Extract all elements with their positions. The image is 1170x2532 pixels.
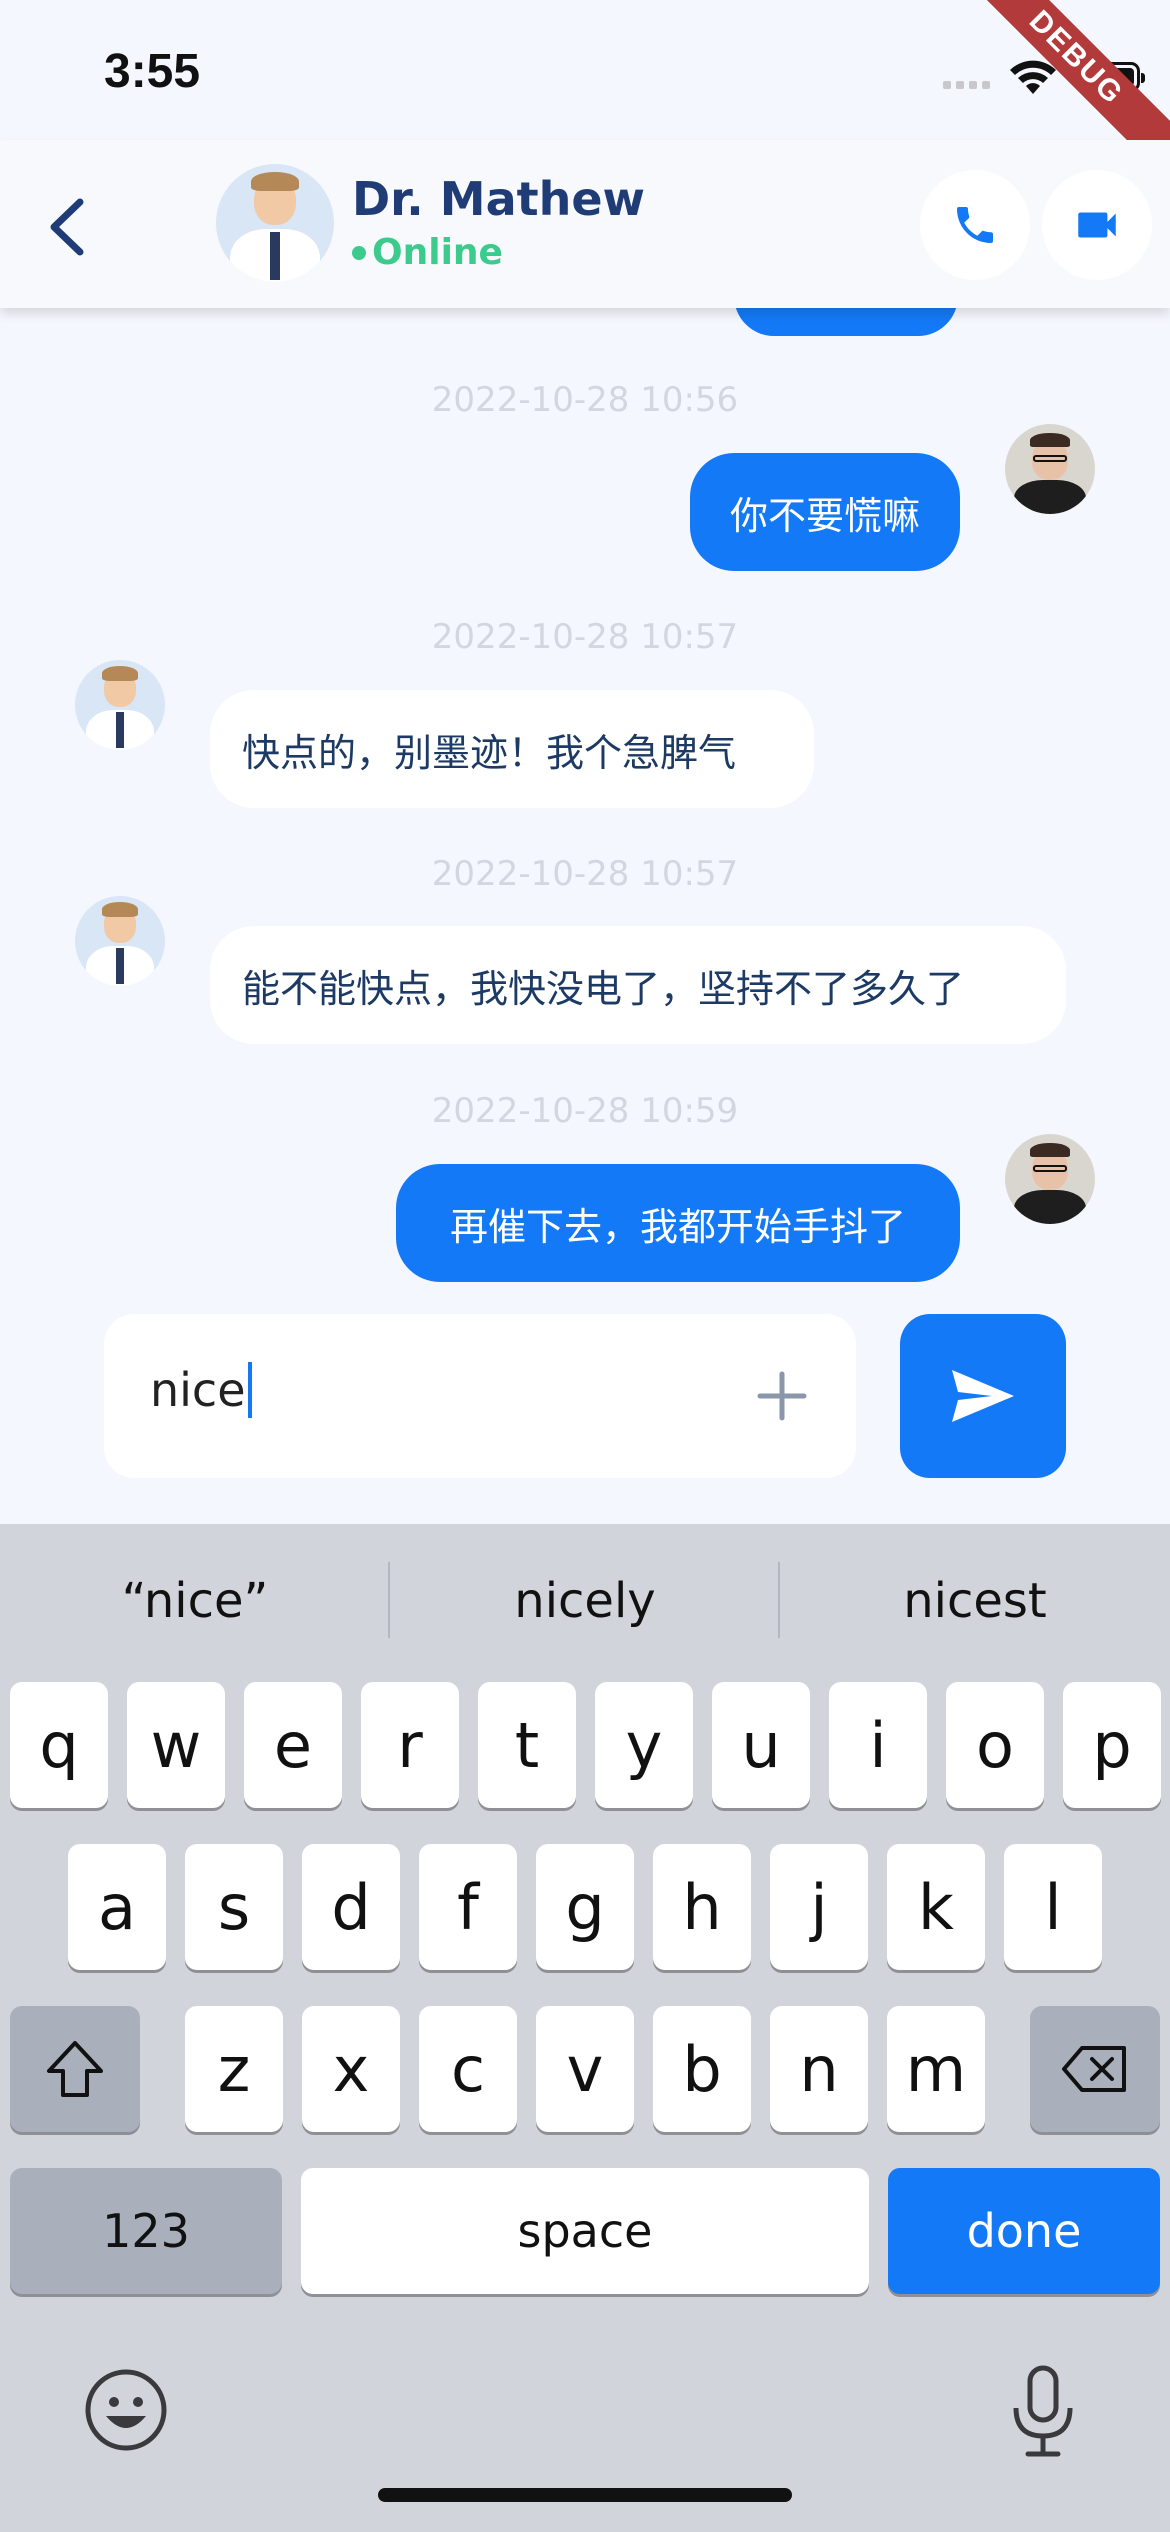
key-s[interactable]: s — [185, 1844, 283, 1970]
key-n[interactable]: n — [770, 2006, 868, 2132]
plus-icon — [757, 1371, 807, 1421]
chevron-left-icon — [50, 198, 84, 256]
contact-status: Online — [352, 232, 503, 273]
key-v[interactable]: v — [536, 2006, 634, 2132]
key-k[interactable]: k — [887, 1844, 985, 1970]
home-indicator[interactable] — [378, 2488, 792, 2502]
backspace-icon — [1062, 2046, 1126, 2092]
message-bubble-outgoing[interactable]: 再催下去，我都开始手抖了 — [396, 1164, 960, 1282]
emoji-button[interactable] — [84, 2368, 168, 2452]
user-avatar — [1005, 1134, 1095, 1224]
message-bubble-incoming[interactable]: 能不能快点，我快没电了，坚持不了多久了 — [210, 926, 1066, 1044]
message-timestamp: 2022-10-28 10:57 — [431, 617, 739, 657]
key-t[interactable]: t — [478, 1682, 576, 1808]
doctor-avatar[interactable] — [216, 164, 334, 282]
key-l[interactable]: l — [1004, 1844, 1102, 1970]
send-icon — [952, 1370, 1014, 1422]
status-time: 3:55 — [104, 45, 201, 98]
numbers-key[interactable]: 123 — [10, 2168, 282, 2294]
key-h[interactable]: h — [653, 1844, 751, 1970]
suggestion-item[interactable]: “nice” — [0, 1556, 390, 1646]
key-w[interactable]: w — [127, 1682, 225, 1808]
key-z[interactable]: z — [185, 2006, 283, 2132]
video-camera-icon — [1078, 212, 1116, 238]
key-r[interactable]: r — [361, 1682, 459, 1808]
message-bubble-incoming[interactable]: 快点的，别墨迹！我个急脾气 — [210, 690, 814, 808]
key-i[interactable]: i — [829, 1682, 927, 1808]
doctor-avatar — [75, 660, 165, 750]
phone-icon — [957, 207, 993, 243]
key-d[interactable]: d — [302, 1844, 400, 1970]
key-u[interactable]: u — [712, 1682, 810, 1808]
message-timestamp: 2022-10-28 10:57 — [431, 854, 739, 894]
key-b[interactable]: b — [653, 2006, 751, 2132]
emoji-icon — [85, 2369, 167, 2451]
user-avatar — [1005, 424, 1095, 514]
key-c[interactable]: c — [419, 2006, 517, 2132]
microphone-icon — [1013, 2365, 1073, 2457]
suggestion-item[interactable]: nicest — [780, 1556, 1170, 1646]
suggestion-item[interactable]: nicely — [390, 1556, 780, 1646]
done-key[interactable]: done — [888, 2168, 1160, 2294]
message-input-value: nice — [150, 1363, 246, 1417]
message-timestamp: 2022-10-28 10:59 — [431, 1091, 739, 1131]
shift-arrow-icon — [47, 2041, 103, 2097]
key-a[interactable]: a — [68, 1844, 166, 1970]
key-q[interactable]: q — [10, 1682, 108, 1808]
key-g[interactable]: g — [536, 1844, 634, 1970]
key-e[interactable]: e — [244, 1682, 342, 1808]
key-m[interactable]: m — [887, 2006, 985, 2132]
key-y[interactable]: y — [595, 1682, 693, 1808]
message-input[interactable]: nice — [150, 1362, 252, 1418]
key-f[interactable]: f — [419, 1844, 517, 1970]
key-p[interactable]: p — [1063, 1682, 1161, 1808]
back-button[interactable] — [40, 192, 100, 262]
key-x[interactable]: x — [302, 2006, 400, 2132]
online-dot-icon — [352, 245, 366, 260]
text-caret — [247, 1362, 252, 1418]
call-button[interactable] — [920, 170, 1030, 280]
doctor-avatar — [75, 896, 165, 986]
send-button[interactable] — [900, 1314, 1066, 1478]
key-j[interactable]: j — [770, 1844, 868, 1970]
status-label: Online — [372, 232, 503, 273]
cellular-signal-icon — [943, 65, 990, 89]
message-timestamp: 2022-10-28 10:56 — [431, 380, 739, 420]
dictation-button[interactable] — [1008, 2364, 1078, 2460]
key-o[interactable]: o — [946, 1682, 1044, 1808]
contact-name: Dr. Mathew — [352, 172, 646, 226]
backspace-key[interactable] — [1030, 2006, 1160, 2132]
message-bubble-outgoing[interactable]: 你不要慌嘛 — [690, 453, 960, 571]
shift-key[interactable] — [10, 2006, 140, 2132]
video-call-button[interactable] — [1042, 170, 1152, 280]
attach-button[interactable] — [752, 1366, 812, 1426]
space-key[interactable]: space — [301, 2168, 869, 2294]
